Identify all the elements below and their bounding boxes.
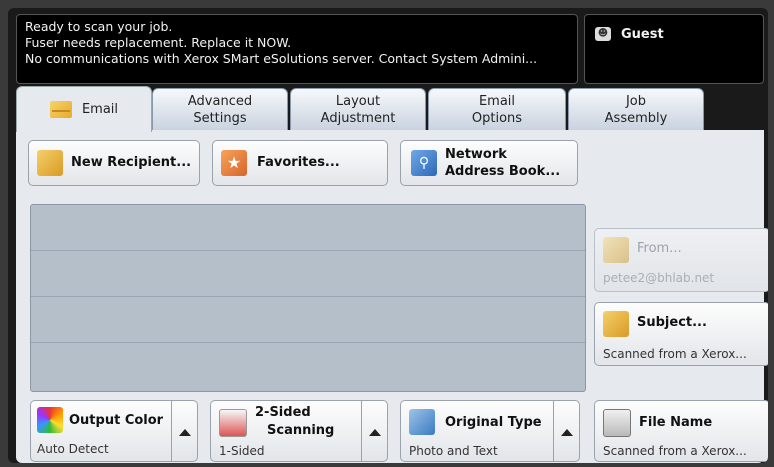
file-name-button[interactable]: File Name Scanned from a Xerox... [594, 400, 768, 462]
tab-label: Options [471, 110, 523, 126]
file-name-value: Scanned from a Xerox... [603, 444, 747, 458]
original-type-label: Original Type [445, 415, 542, 430]
tab-label: Job [625, 93, 647, 109]
output-color-value: Auto Detect [37, 442, 109, 456]
favorites-button[interactable]: ★ Favorites... [212, 140, 388, 186]
two-sided-label: 2-Sided [255, 405, 311, 420]
photo-icon [409, 409, 435, 435]
tab-label: Email [478, 93, 516, 109]
original-type-value: Photo and Text [409, 444, 498, 458]
from-button[interactable]: From... petee2@bhlab.net [594, 228, 768, 292]
star-icon: ★ [221, 150, 247, 176]
subject-label: Subject... [637, 315, 707, 330]
up-arrow-icon[interactable] [553, 401, 579, 461]
recipient-row[interactable] [31, 251, 585, 297]
color-palette-icon [37, 407, 63, 433]
favorites-label: Favorites... [257, 155, 340, 170]
recipient-icon [37, 150, 63, 176]
duplex-icon [219, 409, 247, 437]
recipient-row[interactable] [31, 297, 585, 343]
status-message-area: Ready to scan your job. Fuser needs repl… [16, 14, 578, 84]
email-panel: New Recipient... ★ Favorites... ⚲ Networ… [16, 130, 768, 463]
subject-value: Scanned from a Xerox... [603, 347, 747, 361]
file-name-icon [603, 409, 631, 437]
user-icon: ☻ [595, 27, 611, 41]
output-color-label: Output Color [69, 413, 164, 428]
tab-label: Assembly [604, 110, 668, 126]
tab-layout-adjustment[interactable]: Layout Adjustment [290, 88, 426, 130]
up-arrow-icon[interactable] [361, 401, 387, 461]
new-recipient-label: New Recipient... [71, 155, 192, 170]
subject-button[interactable]: Subject... Scanned from a Xerox... [594, 302, 768, 366]
tab-advanced-settings[interactable]: Advanced Settings [152, 88, 288, 130]
tab-email-options[interactable]: Email Options [428, 88, 566, 130]
recipient-row[interactable] [31, 205, 585, 251]
original-type-button[interactable]: Original Type Photo and Text [400, 400, 580, 462]
tab-label: Advanced [187, 93, 253, 109]
recipient-list[interactable] [30, 204, 586, 392]
output-color-button[interactable]: Output Color Auto Detect [30, 400, 198, 462]
status-line: Fuser needs replacement. Replace it NOW. [25, 35, 292, 50]
scanning-label: Scanning [267, 423, 335, 438]
from-label: From... [637, 241, 682, 256]
tab-label: Settings [193, 110, 247, 126]
tab-email[interactable]: Email [16, 86, 152, 132]
guest-login-button[interactable]: ☻ Guest [584, 14, 764, 84]
tab-label: Adjustment [320, 110, 396, 126]
two-sided-value: 1-Sided [219, 444, 265, 458]
new-recipient-button[interactable]: New Recipient... [28, 140, 200, 186]
email-icon [49, 101, 72, 118]
file-name-label: File Name [639, 415, 713, 430]
tab-label: Layout [335, 93, 381, 109]
subject-icon [603, 311, 629, 337]
guest-label: Guest [621, 27, 664, 42]
tab-label: Email [81, 102, 119, 117]
status-line: No communications with Xerox SMart eSolu… [25, 51, 538, 66]
up-arrow-icon[interactable] [171, 401, 197, 461]
recipient-row[interactable] [31, 343, 585, 389]
device-screen: Ready to scan your job. Fuser needs repl… [8, 8, 768, 463]
two-sided-scanning-button[interactable]: 2-Sided Scanning 1-Sided [210, 400, 388, 462]
network-address-book-button[interactable]: ⚲ Network Address Book... [400, 140, 578, 186]
status-line: Ready to scan your job. [25, 19, 173, 34]
address-book-label: Address Book... [445, 164, 561, 179]
address-book-icon: ⚲ [411, 150, 437, 176]
sender-icon [603, 237, 629, 263]
tab-job-assembly[interactable]: Job Assembly [568, 88, 704, 130]
network-label: Network [445, 147, 507, 162]
from-value: petee2@bhlab.net [603, 271, 715, 285]
